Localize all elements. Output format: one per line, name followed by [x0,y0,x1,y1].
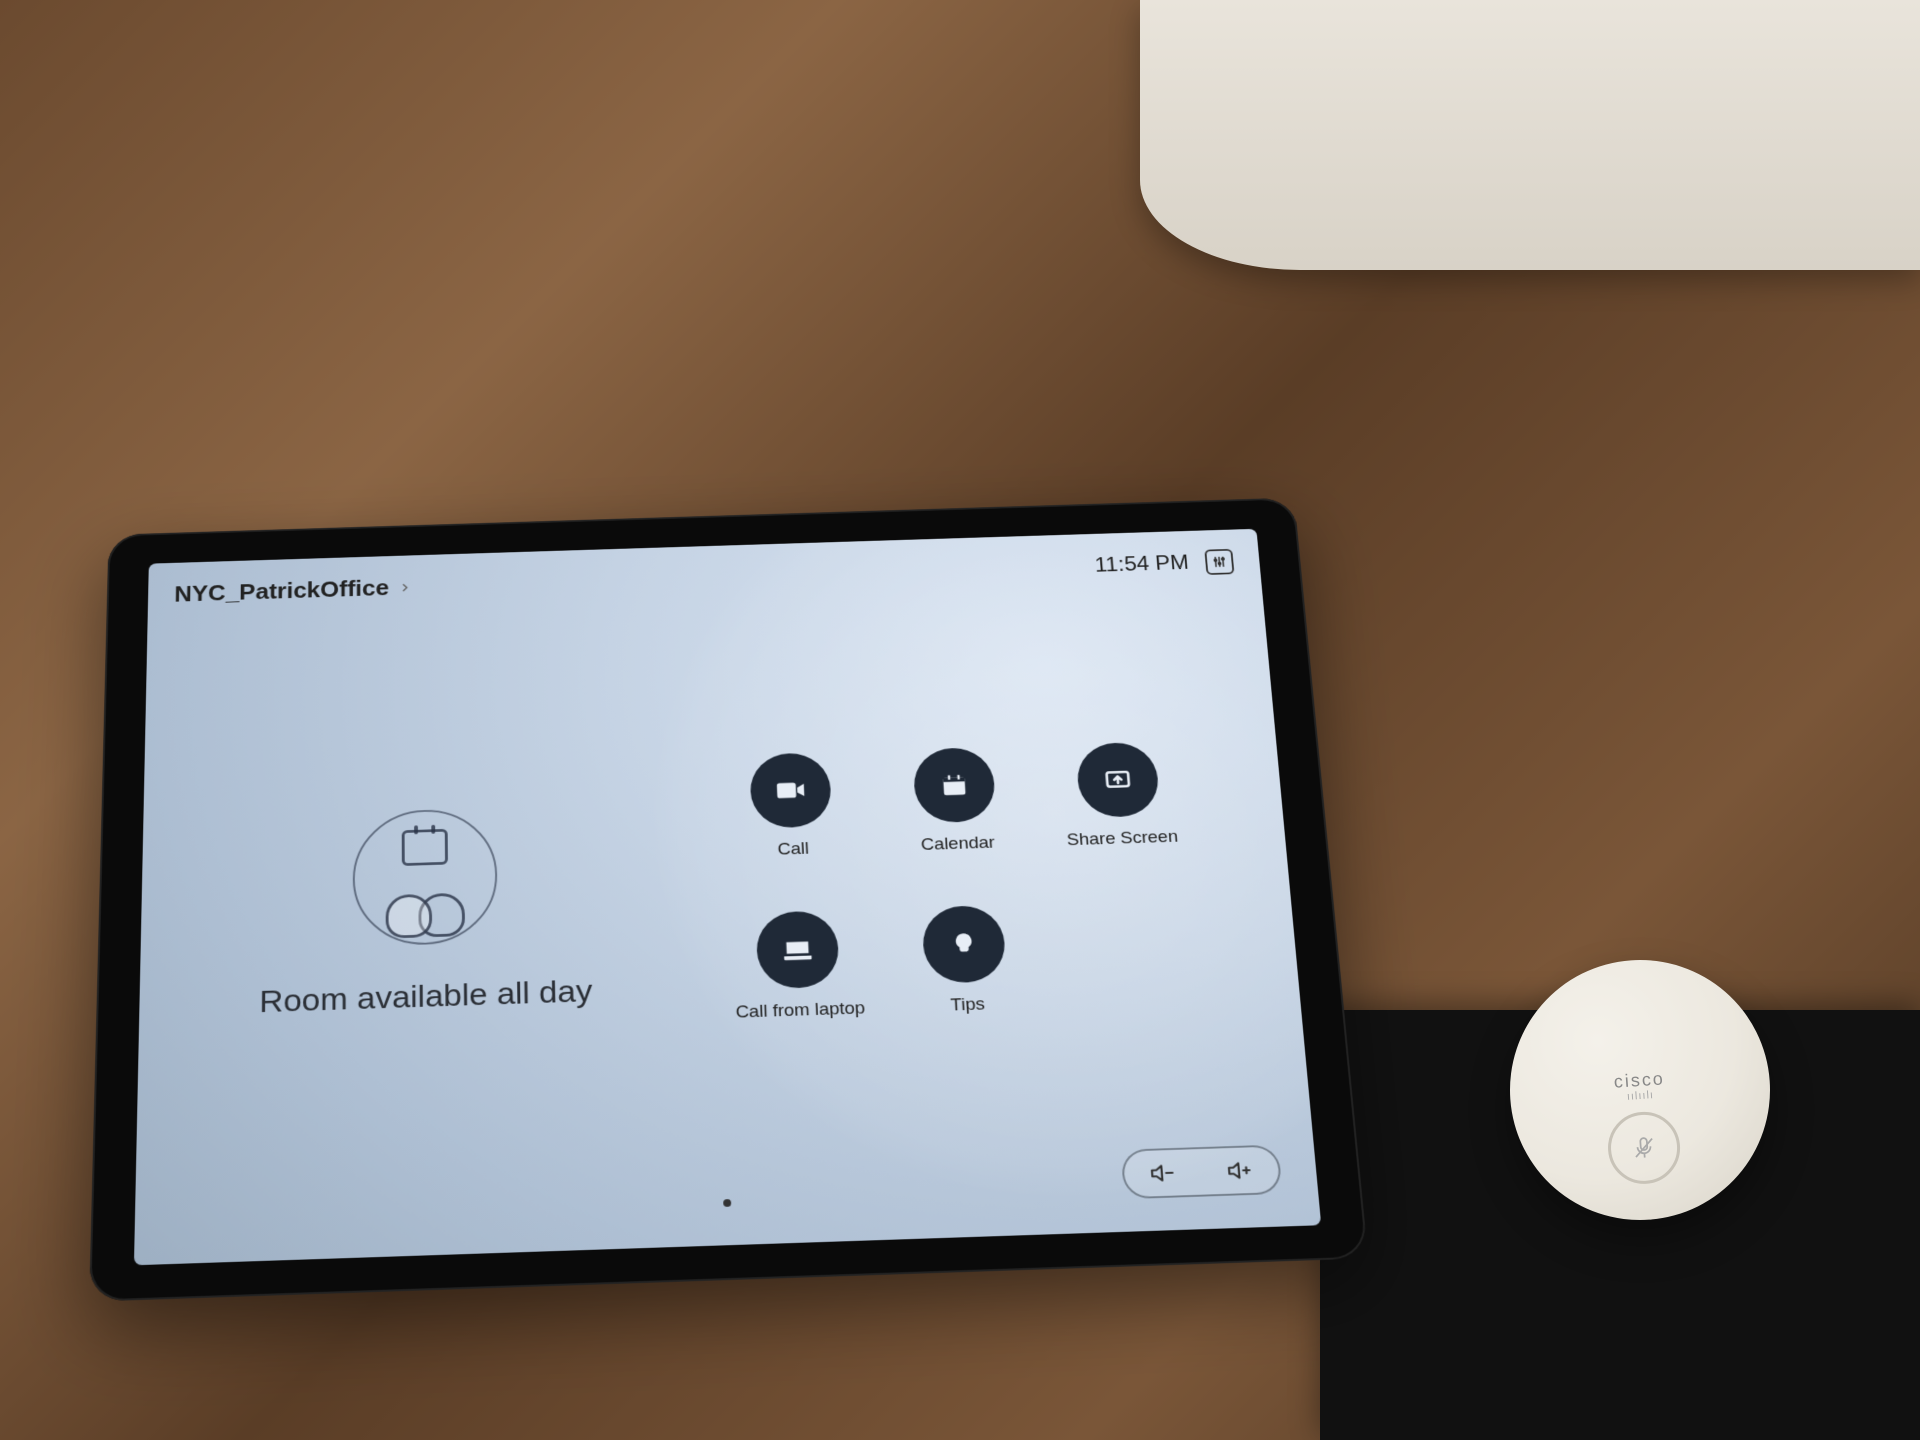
screen: NYC_PatrickOffice 11:54 PM [134,529,1321,1265]
calendar-label: Calendar [921,833,996,855]
call-from-laptop-label: Call from laptop [735,999,865,1024]
share-screen-icon [1103,766,1134,793]
call-label: Call [777,839,809,860]
availability-status-label: Room available all day [259,973,592,1020]
calendar-icon [939,771,969,798]
control-panel-button[interactable] [1204,548,1234,574]
top-right-cluster: 11:54 PM [1094,548,1235,578]
room-name-label: NYC_PatrickOffice [174,575,389,608]
main-area: Room available all day Call Calendar [136,656,1311,1160]
clock-label: 11:54 PM [1094,551,1190,578]
top-bar: NYC_PatrickOffice 11:54 PM [174,548,1234,608]
tips-label: Tips [950,995,985,1016]
video-camera-icon [774,775,808,806]
calendar-button[interactable]: Calendar [881,746,1032,883]
share-screen-button[interactable]: Share Screen [1044,741,1197,878]
calendar-icon [402,828,448,865]
mic-mute-button [1606,1109,1683,1186]
room-name-button[interactable]: NYC_PatrickOffice [174,574,412,608]
volume-up-icon [1226,1158,1254,1184]
home-indicator [723,1199,731,1207]
availability-illustration [338,807,512,947]
mic-brand-label: cisco [1613,1068,1665,1093]
touch-controller-device: NYC_PatrickOffice 11:54 PM [89,498,1368,1302]
laptop-icon [781,934,815,966]
background-object-bag [1140,0,1920,270]
volume-down-icon [1149,1160,1177,1186]
volume-control [1121,1145,1283,1200]
call-button[interactable]: Call [718,751,867,889]
chevron-right-icon [398,578,411,597]
volume-down-button[interactable] [1142,1153,1184,1192]
actions-grid: Call Calendar Share Screen [663,656,1311,1142]
status-pane: Room available all day [136,675,678,1160]
volume-up-button[interactable] [1219,1151,1262,1190]
lightbulb-icon [950,931,979,957]
people-icon [386,892,465,938]
share-screen-label: Share Screen [1066,827,1179,850]
call-from-laptop-button[interactable]: Call from laptop [724,909,876,1051]
tips-button[interactable]: Tips [890,904,1044,1046]
